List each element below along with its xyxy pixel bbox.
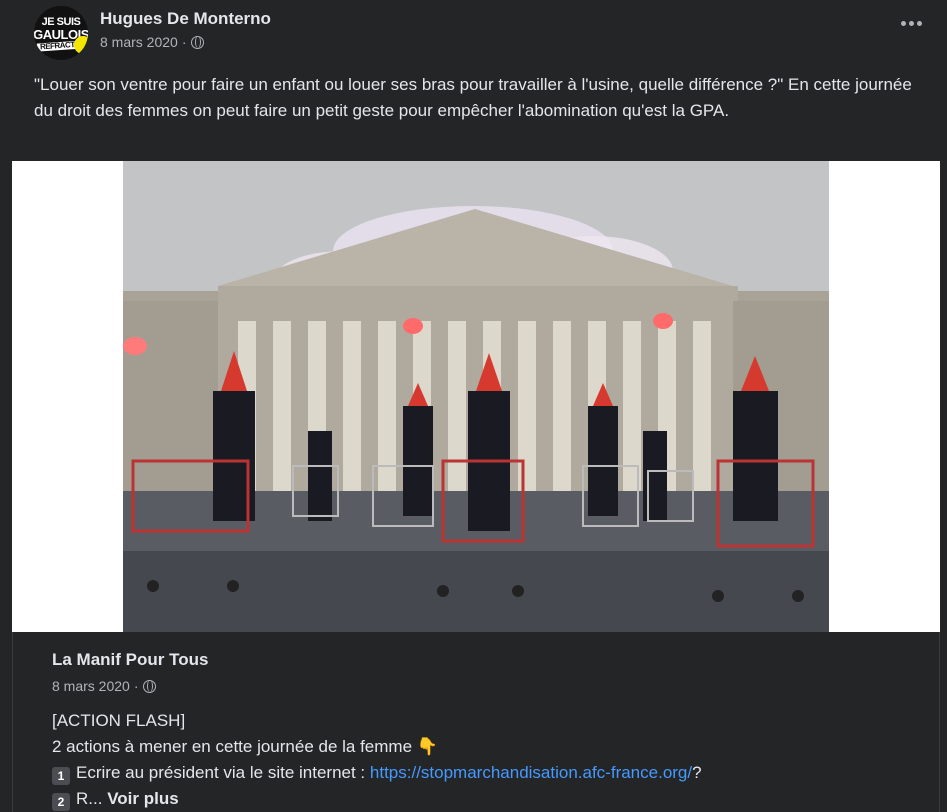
post-date[interactable]: 8 mars 2020: [100, 34, 178, 50]
shared-meta-separator: ·: [133, 678, 139, 694]
shared-line-4-text: R...: [76, 789, 103, 808]
shared-line-2: 2 actions à mener en cette journée de la…: [52, 734, 922, 760]
stopmarchandisation-link[interactable]: https://stopmarchandisation.afc-france.o…: [370, 763, 692, 782]
facebook-post: JE SUIS GAULOIS REFRACTAI Hugues De Mont…: [0, 0, 947, 812]
post-meta: 8 mars 2020 ·: [100, 34, 204, 50]
shared-line-1: [ACTION FLASH]: [52, 711, 186, 730]
shared-post[interactable]: La Manif Pour Tous 8 mars 2020 · [ACTION…: [12, 632, 940, 812]
pointing-down-icon: 👇: [416, 737, 438, 756]
shared-line-3-text: Ecrire au président via le site internet…: [76, 763, 366, 782]
more-dot-icon: [908, 20, 914, 26]
avatar[interactable]: JE SUIS GAULOIS REFRACTAI: [34, 6, 88, 60]
shared-line-2-text: 2 actions à mener en cette journée de la…: [52, 737, 413, 756]
shared-body: [ACTION FLASH] 2 actions à mener en cett…: [52, 708, 922, 812]
more-dot-icon: [916, 20, 922, 26]
more-dot-icon: [900, 20, 906, 26]
shared-author[interactable]: La Manif Pour Tous: [52, 650, 208, 670]
see-more-link[interactable]: Voir plus: [107, 789, 178, 808]
globe-icon: [142, 679, 156, 693]
keycap-1-icon: 1: [52, 767, 70, 785]
post-text: "Louer son ventre pour faire un enfant o…: [34, 75, 912, 120]
meta-separator: ·: [181, 34, 187, 50]
photo-illustration: [123, 161, 829, 632]
post-photo[interactable]: [123, 161, 829, 632]
shared-line-4: 2 R... Voir plus: [52, 786, 922, 812]
shared-line-3: 1 Ecrire au président via le site interne…: [52, 760, 922, 786]
keycap-2-icon: 2: [52, 793, 70, 811]
avatar-text-1: JE SUIS: [41, 15, 81, 28]
globe-icon: [190, 35, 204, 49]
shared-date[interactable]: 8 mars 2020: [52, 678, 130, 694]
avatar-yellow-badge: [74, 36, 88, 54]
post-media[interactable]: [12, 161, 940, 632]
shared-line-3-suffix: ?: [692, 763, 702, 782]
post-header: JE SUIS GAULOIS REFRACTAI Hugues De Mont…: [34, 6, 927, 62]
more-options-button[interactable]: [895, 12, 927, 34]
shared-meta: 8 mars 2020 ·: [52, 678, 156, 694]
post-author[interactable]: Hugues De Monterno: [100, 9, 271, 29]
